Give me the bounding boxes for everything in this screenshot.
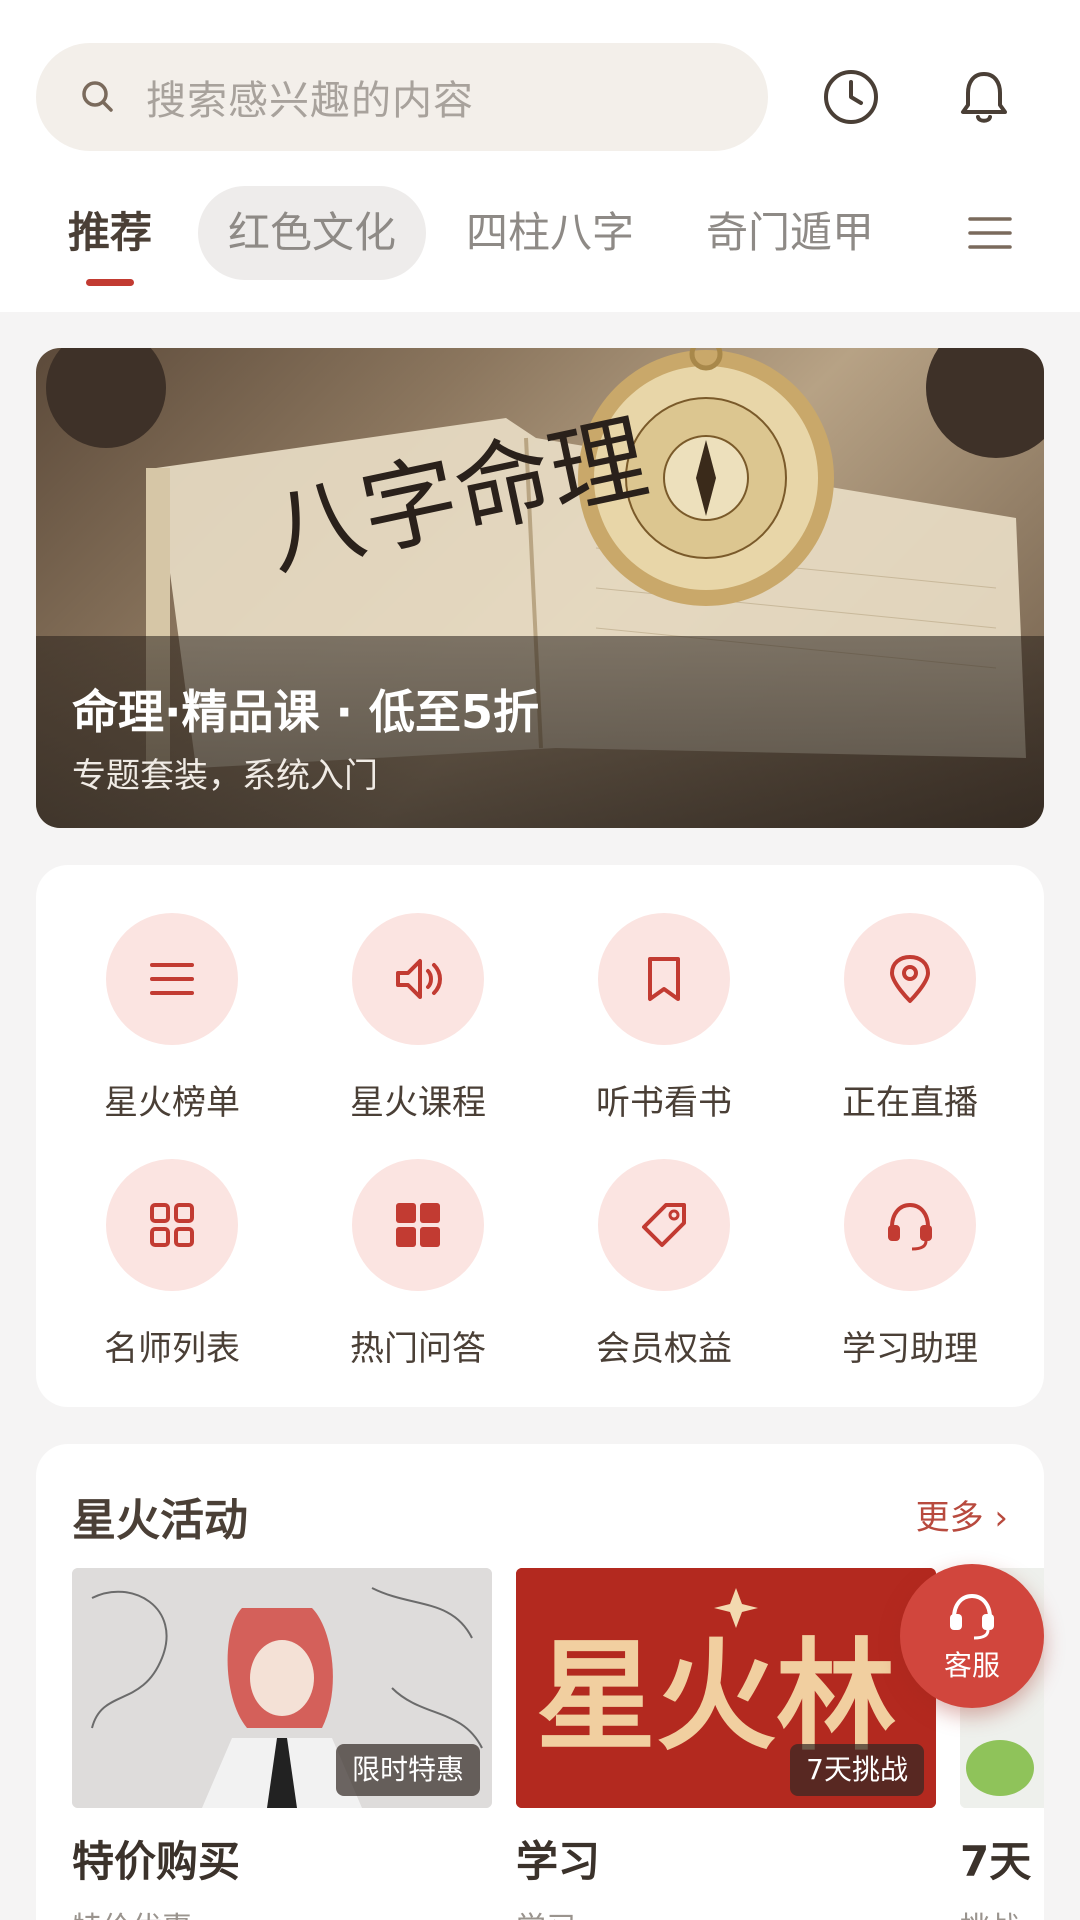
quick-icon-bg <box>106 913 238 1045</box>
more-link[interactable]: 更多 › <box>916 1490 1008 1539</box>
quick-item-label: 听书看书 <box>596 1083 732 1123</box>
card-tag: 限时特惠 <box>335 1744 480 1796</box>
headset-icon <box>950 1593 994 1640</box>
active-tab-indicator <box>86 279 134 286</box>
card-image: 限时特惠 <box>72 1568 492 1808</box>
search-icon <box>82 81 113 112</box>
clock-icon[interactable] <box>820 66 882 128</box>
tab-four-pillars[interactable]: 四柱八字 <box>450 186 650 280</box>
quick-item-label: 热门问答 <box>350 1329 486 1369</box>
quick-icon-bg <box>352 1159 484 1291</box>
quick-item-courses[interactable]: 星火课程 <box>318 913 518 1123</box>
category-tabs: 推荐 红色文化 四柱八字 奇门遁甲 <box>0 186 1080 286</box>
headset-icon <box>888 1202 932 1251</box>
customer-service-button[interactable]: 客服 <box>900 1564 1044 1708</box>
quick-item-teachers[interactable]: 名师列表 <box>72 1159 272 1369</box>
section-title: 星火活动 <box>72 1495 248 1546</box>
card-image: 星火林 7天挑战 <box>516 1568 936 1808</box>
list-icon <box>150 963 194 995</box>
quick-access-grid: 星火榜单 星火课程 听书看书 正在直播 名师列表 热门问答 会员权益 学习助理 <box>36 865 1044 1407</box>
promo-banner[interactable]: 八字命理 命理·精品课 · 低至5折 专题套装，系统入门 <box>36 348 1044 828</box>
card-title: 7天 <box>960 1837 1032 1886</box>
tab-label: 奇门遁甲 <box>705 208 874 257</box>
card-subtitle: 挑战 <box>960 1903 1044 1920</box>
bookmark-icon <box>648 957 680 1001</box>
quick-icon-bg <box>844 913 976 1045</box>
tab-label: 推荐 <box>67 208 152 257</box>
quick-item-label: 学习助理 <box>842 1329 978 1369</box>
tab-label: 红色文化 <box>227 208 396 257</box>
grid-filled-icon <box>396 1203 440 1247</box>
quick-icon-bg <box>598 913 730 1045</box>
quick-item-label: 星火榜单 <box>104 1083 240 1123</box>
card-subtitle: 特价优惠 <box>72 1903 492 1920</box>
banner-title: 命理·精品课 · 低至5折 <box>72 685 539 739</box>
quick-item-label: 会员权益 <box>596 1329 732 1369</box>
quick-item-label: 名师列表 <box>104 1329 240 1369</box>
quick-icon-bg <box>598 1159 730 1291</box>
search-placeholder: 搜索感兴趣的内容 <box>146 78 474 124</box>
card-title: 特价购买 <box>72 1837 241 1886</box>
activity-card-sale[interactable]: 限时特惠 特价购买 特价优惠 <box>72 1568 492 1920</box>
quick-item-membership[interactable]: 会员权益 <box>564 1159 764 1369</box>
quick-item-live[interactable]: 正在直播 <box>810 913 1010 1123</box>
quick-item-ranking[interactable]: 星火榜单 <box>72 913 272 1123</box>
speaker-icon <box>396 959 442 999</box>
tab-recommend[interactable]: 推荐 <box>60 186 160 286</box>
card-subtitle: 学习 <box>516 1903 936 1920</box>
card-title: 学习 <box>516 1837 601 1886</box>
quick-item-qa[interactable]: 热门问答 <box>318 1159 518 1369</box>
tab-qimen[interactable]: 奇门遁甲 <box>690 186 890 280</box>
activity-section: 星火活动 更多 › 限时特惠 特价购买 特价优惠 <box>36 1444 1044 1920</box>
quick-item-label: 正在直播 <box>842 1083 978 1123</box>
top-header: 搜索感兴趣的内容 推荐 红色文化 四柱八字 奇门遁甲 <box>0 0 1080 312</box>
quick-item-assistant[interactable]: 学习助理 <box>810 1159 1010 1369</box>
tab-label: 四柱八字 <box>465 208 634 257</box>
service-label: 客服 <box>943 1649 1000 1682</box>
grid-outline-icon <box>150 1203 194 1247</box>
banner-subtitle: 专题套装，系统入门 <box>72 756 378 796</box>
search-bar[interactable]: 搜索感兴趣的内容 <box>36 43 768 151</box>
quick-item-label: 星火课程 <box>350 1083 486 1123</box>
card-tag: 7天挑战 <box>790 1744 924 1796</box>
location-pin-icon <box>890 955 930 1003</box>
quick-icon-bg <box>352 913 484 1045</box>
tag-icon <box>642 1203 686 1247</box>
quick-icon-bg <box>844 1159 976 1291</box>
bell-icon[interactable] <box>953 66 1015 128</box>
tab-red-culture[interactable]: 红色文化 <box>198 186 426 280</box>
menu-icon[interactable] <box>966 213 1014 253</box>
activity-card-study[interactable]: 星火林 7天挑战 学习 学习 <box>516 1568 936 1920</box>
quick-icon-bg <box>106 1159 238 1291</box>
quick-item-books[interactable]: 听书看书 <box>564 913 764 1123</box>
